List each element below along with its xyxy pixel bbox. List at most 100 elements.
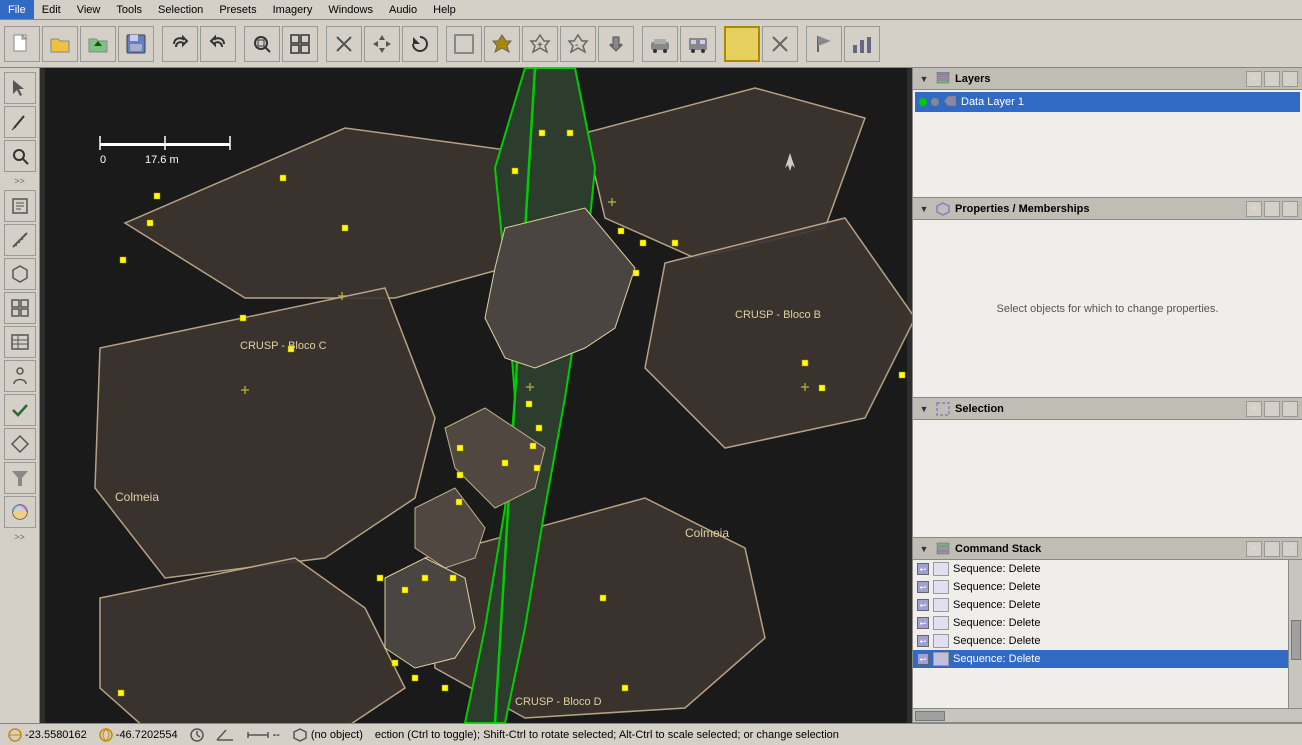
layers-close-button[interactable]: ✕ <box>1246 71 1262 87</box>
svg-text:+: + <box>537 40 543 51</box>
menu-audio[interactable]: Audio <box>381 0 425 19</box>
command-item-6[interactable]: ↩ Sequence: Delete <box>913 650 1288 668</box>
add-node-button[interactable]: + <box>522 26 558 62</box>
properties-close-button[interactable]: ✕ <box>1246 201 1262 217</box>
properties-icon <box>936 202 950 216</box>
command-arrow-icon-1: ↩ <box>917 563 929 575</box>
bus-button[interactable] <box>680 26 716 62</box>
lon-value: -46.7202554 <box>116 729 178 741</box>
selection-close-button[interactable]: ✕ <box>1246 401 1262 417</box>
command-item-3[interactable]: ↩ Sequence: Delete <box>913 596 1288 614</box>
properties-minimize-button[interactable]: _ <box>1264 201 1280 217</box>
svg-text:Colmeia: Colmeia <box>115 490 159 504</box>
zoom-actual-button[interactable] <box>282 26 318 62</box>
layers-minimize-button[interactable]: _ <box>1264 71 1280 87</box>
command-item-2[interactable]: ↩ Sequence: Delete <box>913 578 1288 596</box>
pointer-tool[interactable] <box>4 72 36 104</box>
command-doc-icon-4 <box>933 616 949 630</box>
menu-file[interactable]: File <box>0 0 34 19</box>
command-item-1[interactable]: ↩ Sequence: Delete <box>913 560 1288 578</box>
zoom-tool[interactable] <box>4 140 36 172</box>
layers-collapse-button[interactable]: ▼ <box>917 72 931 86</box>
more-tools-1[interactable]: >> <box>12 174 27 188</box>
zoom-window-button[interactable] <box>244 26 280 62</box>
flag-button[interactable] <box>806 26 842 62</box>
menu-edit[interactable]: Edit <box>34 0 69 19</box>
menu-imagery[interactable]: Imagery <box>265 0 321 19</box>
command-item-4[interactable]: ↩ Sequence: Delete <box>913 614 1288 632</box>
layer-name: Data Layer 1 <box>961 96 1024 108</box>
menu-presets[interactable]: Presets <box>211 0 264 19</box>
menu-view[interactable]: View <box>69 0 109 19</box>
undo-button[interactable] <box>162 26 198 62</box>
command-label-1: Sequence: Delete <box>953 563 1040 575</box>
command-doc-icon-1 <box>933 562 949 576</box>
object-icon <box>292 728 308 742</box>
properties-collapse-button[interactable]: ▼ <box>917 202 931 216</box>
properties-body: Select objects for which to change prope… <box>913 220 1302 397</box>
status-lon: -46.7202554 <box>99 728 178 742</box>
more-tools-2[interactable]: >> <box>12 530 27 544</box>
check-tool[interactable] <box>4 394 36 426</box>
status-object: (no object) <box>292 728 363 742</box>
cut-button[interactable] <box>326 26 362 62</box>
properties-maximize-button[interactable]: □ <box>1282 201 1298 217</box>
highlight-button[interactable] <box>724 26 760 62</box>
status-measure: -- <box>246 728 280 742</box>
command-maximize-button[interactable]: □ <box>1282 541 1298 557</box>
layers-body: Data Layer 1 <box>913 90 1302 197</box>
command-scroll-area[interactable]: ↩ Sequence: Delete ↩ Sequence: Delete ↩ … <box>913 560 1302 708</box>
command-panel: ▼ Command Stack ✕ _ □ ↩ Sequence: Delete <box>913 538 1302 723</box>
filter-tool[interactable] <box>4 462 36 494</box>
command-arrow-icon-6: ↩ <box>917 653 929 665</box>
menu-help[interactable]: Help <box>425 0 464 19</box>
menu-tools[interactable]: Tools <box>108 0 150 19</box>
table-tool[interactable] <box>4 326 36 358</box>
command-scroll-thumb[interactable] <box>1291 620 1301 660</box>
diamond-tool[interactable] <box>4 428 36 460</box>
command-hscroll-thumb[interactable] <box>915 711 945 721</box>
upload-button[interactable] <box>80 26 116 62</box>
refresh-button[interactable] <box>402 26 438 62</box>
selection-minimize-button[interactable]: _ <box>1264 401 1280 417</box>
menu-selection[interactable]: Selection <box>150 0 211 19</box>
map-canvas[interactable]: 0 17.6 m CRUSP - Bloco B CRUSP - Bloco C… <box>40 68 912 723</box>
new-button[interactable] <box>4 26 40 62</box>
close-tool-button[interactable] <box>762 26 798 62</box>
pan-button[interactable] <box>598 26 634 62</box>
clock-icon <box>190 728 204 742</box>
network-tool[interactable] <box>4 258 36 290</box>
command-close-button[interactable]: ✕ <box>1246 541 1262 557</box>
lat-value: -23.5580162 <box>25 729 87 741</box>
svg-text:CRUSP - Bloco B: CRUSP - Bloco B <box>735 309 821 321</box>
person-tool[interactable] <box>4 360 36 392</box>
command-minimize-button[interactable]: _ <box>1264 541 1280 557</box>
menu-windows[interactable]: Windows <box>320 0 381 19</box>
pencil-tool[interactable] <box>4 106 36 138</box>
save-button[interactable] <box>118 26 154 62</box>
open-button[interactable] <box>42 26 78 62</box>
layers-panel: ▼ Layers ✕ _ □ Data Layer <box>913 68 1302 198</box>
note-tool[interactable] <box>4 190 36 222</box>
selection-maximize-button[interactable]: □ <box>1282 401 1298 417</box>
select-tool-button[interactable] <box>484 26 520 62</box>
graph-button[interactable] <box>844 26 880 62</box>
grid-tool[interactable] <box>4 292 36 324</box>
command-hscrollbar[interactable] <box>913 708 1302 722</box>
command-scrollbar[interactable] <box>1288 560 1302 708</box>
ruler-tool[interactable] <box>4 224 36 256</box>
status-angle <box>216 728 234 742</box>
layer-item[interactable]: Data Layer 1 <box>915 92 1300 112</box>
export-button[interactable] <box>446 26 482 62</box>
redo-button[interactable] <box>200 26 236 62</box>
command-collapse-button[interactable]: ▼ <box>917 542 931 556</box>
move-button[interactable] <box>364 26 400 62</box>
command-item-5[interactable]: ↩ Sequence: Delete <box>913 632 1288 650</box>
paint-tool[interactable] <box>4 496 36 528</box>
selection-collapse-button[interactable]: ▼ <box>917 402 931 416</box>
layers-maximize-button[interactable]: □ <box>1282 71 1298 87</box>
car-button[interactable] <box>642 26 678 62</box>
delete-node-button[interactable]: - <box>560 26 596 62</box>
selection-title: Selection <box>955 403 1242 415</box>
svg-text:CRUSP - Bloco C: CRUSP - Bloco C <box>240 340 327 352</box>
